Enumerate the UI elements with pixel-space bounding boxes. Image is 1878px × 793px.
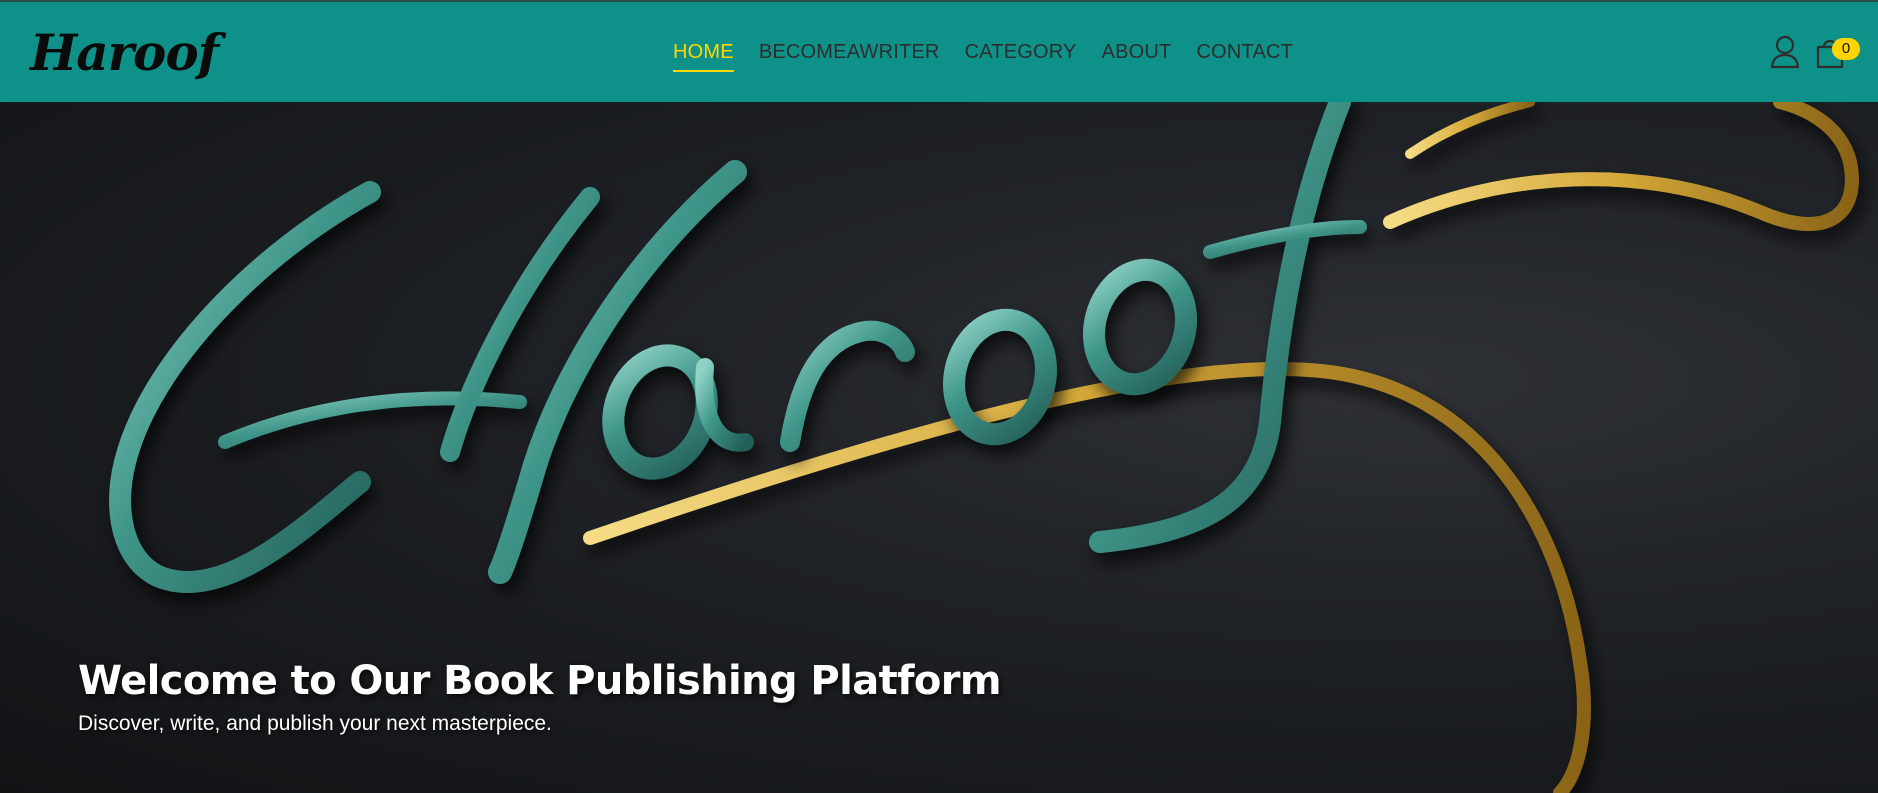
hero-title: Welcome to Our Book Publishing Platform — [78, 658, 1002, 704]
hero-banner: Welcome to Our Book Publishing Platform … — [0, 102, 1878, 793]
site-logo[interactable]: Haroof — [30, 18, 219, 88]
hero-subtitle: Discover, write, and publish your next m… — [78, 712, 552, 735]
nav-become-a-writer-link[interactable]: BECOMEAWRITER — [759, 40, 940, 72]
nav-home-link[interactable]: HOME — [673, 40, 734, 72]
cart-count-badge: 0 — [1832, 38, 1860, 60]
nav-category-link[interactable]: CATEGORY — [965, 40, 1077, 72]
nav-about-link[interactable]: ABOUT — [1102, 40, 1172, 72]
main-nav: HOME BECOMEAWRITER CATEGORY ABOUT CONTAC… — [673, 40, 1318, 72]
nav-contact-link[interactable]: CONTACT — [1196, 40, 1293, 72]
user-icon[interactable] — [1768, 34, 1802, 70]
top-navbar: Haroof HOME BECOMEAWRITER CATEGORY ABOUT… — [0, 0, 1878, 102]
